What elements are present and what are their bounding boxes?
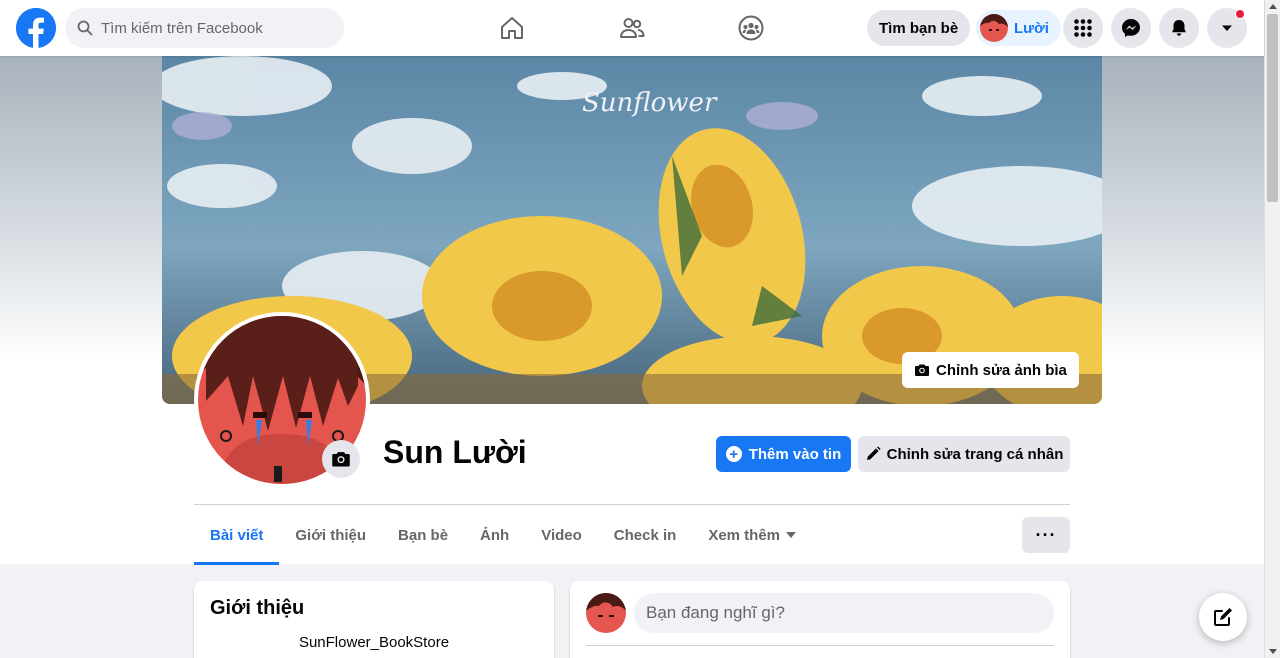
nav-groups[interactable]: [695, 0, 807, 56]
avatar: [980, 14, 1008, 42]
tab-label: Xem thêm: [708, 526, 781, 544]
camera-icon: [915, 364, 929, 376]
tab-label: Video: [541, 526, 582, 544]
groups-icon: [738, 15, 764, 41]
search-input[interactable]: [101, 19, 331, 37]
tab-about[interactable]: Giới thiệu: [279, 505, 382, 565]
menu-grid-icon: [1074, 19, 1092, 37]
account-button[interactable]: [1207, 8, 1247, 48]
nav-friends[interactable]: [576, 0, 688, 56]
scroll-up-arrow-icon[interactable]: [1269, 4, 1277, 9]
plus-circle-icon: +: [725, 446, 742, 462]
notification-dot: [1235, 9, 1245, 19]
messenger-button[interactable]: [1111, 8, 1151, 48]
tab-label: Bài viết: [210, 526, 264, 544]
profile-chip[interactable]: Lười: [976, 10, 1061, 46]
post-composer: Bạn đang nghĩ gì?: [570, 581, 1070, 658]
profile-chip-name: Lười: [1014, 19, 1049, 37]
account-dropdown-icon: [1222, 25, 1232, 31]
avatar[interactable]: [586, 593, 626, 633]
find-friends-button[interactable]: Tìm bạn bè: [867, 10, 971, 46]
tab-videos[interactable]: Video: [525, 505, 598, 565]
edit-profile-label: Chỉnh sửa trang cá nhân: [886, 445, 1064, 463]
scroll-thumb[interactable]: [1267, 14, 1278, 202]
more-options-button[interactable]: ···: [1022, 517, 1070, 553]
caret-down-icon: [786, 532, 797, 538]
intro-title: Giới thiệu: [210, 597, 305, 619]
divider: [586, 645, 1054, 646]
intro-card: Giới thiệu SunFlower_BookStore: [194, 581, 554, 658]
nav-home[interactable]: [456, 0, 568, 56]
tab-check-ins[interactable]: Check in: [598, 505, 693, 565]
update-profile-picture-button[interactable]: [322, 440, 360, 478]
edit-cover-button[interactable]: Chỉnh sửa ảnh bìa: [902, 352, 1079, 388]
new-message-button[interactable]: [1199, 593, 1247, 641]
tab-photos[interactable]: Ảnh: [464, 505, 525, 565]
profile-tabs: Bài viết Giới thiệu Bạn bè Ảnh Video Che…: [194, 505, 812, 565]
cover-handwriting: Sunflower: [582, 88, 718, 118]
intro-bio: SunFlower_BookStore: [298, 634, 450, 651]
page-scrollbar[interactable]: [1264, 0, 1280, 658]
search-icon: [77, 20, 93, 36]
compose-icon: [1214, 608, 1232, 626]
tab-see-more[interactable]: Xem thêm: [692, 505, 812, 565]
camera-icon: [332, 452, 350, 467]
notifications-icon: [1172, 20, 1186, 36]
scroll-down-arrow-icon[interactable]: [1269, 649, 1277, 654]
top-navbar: Tìm bạn bè Lười: [0, 0, 1264, 56]
friends-icon: [620, 18, 645, 38]
add-story-label: Thêm vào tin: [748, 445, 842, 463]
home-icon: [501, 17, 523, 39]
tab-label: Ảnh: [480, 526, 510, 544]
tab-label: Bạn bè: [398, 526, 449, 544]
edit-profile-button[interactable]: Chỉnh sửa trang cá nhân: [858, 436, 1070, 472]
messenger-icon: [1122, 19, 1140, 37]
tab-label: Check in: [613, 526, 677, 544]
menu-button[interactable]: [1063, 8, 1103, 48]
notifications-button[interactable]: [1159, 8, 1199, 48]
profile-name: Sun Lười: [383, 434, 527, 470]
tab-friends[interactable]: Bạn bè: [382, 505, 464, 565]
tab-posts[interactable]: Bài viết: [194, 505, 280, 565]
facebook-logo-icon[interactable]: [16, 8, 56, 48]
edit-cover-label: Chỉnh sửa ảnh bìa: [936, 361, 1067, 379]
search-bar[interactable]: [65, 8, 344, 48]
pencil-icon: [866, 446, 881, 460]
add-to-story-button[interactable]: + Thêm vào tin: [716, 436, 851, 472]
tab-label: Giới thiệu: [295, 526, 367, 544]
whats-on-your-mind-input[interactable]: Bạn đang nghĩ gì?: [634, 593, 1054, 633]
